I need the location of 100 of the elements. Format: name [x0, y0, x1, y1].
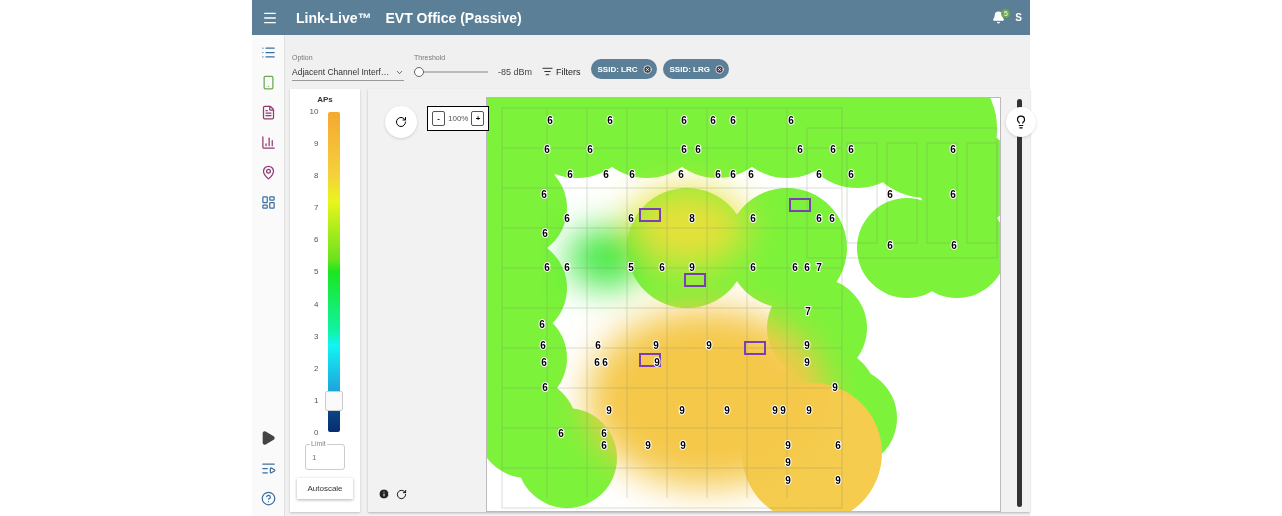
sidebar-item[interactable]: [260, 195, 276, 210]
ap-count-label: 6: [950, 144, 956, 155]
sidebar-item[interactable]: [260, 491, 276, 506]
ap-count-label: 9: [606, 405, 612, 416]
ap-count-label: 9: [706, 340, 712, 351]
ap-count-label: 9: [806, 405, 812, 416]
ap-count-label: 6: [603, 169, 609, 180]
option-dropdown[interactable]: Adjacent Channel Interf…: [292, 67, 404, 81]
ap-count-label: 8: [689, 213, 695, 224]
ap-count-label: 6: [587, 144, 593, 155]
user-name[interactable]: S: [1015, 12, 1022, 23]
scale-tick: 5: [314, 267, 319, 277]
ap-count-label: 9: [680, 440, 686, 451]
rotate-button[interactable]: [385, 106, 417, 138]
page-title: EVT Office (Passive): [385, 9, 522, 26]
ap-count-label: 6: [607, 115, 613, 126]
ap-count-label: 6: [544, 262, 550, 273]
autoscale-button[interactable]: Autoscale: [297, 478, 353, 499]
ap-count-label: 6: [628, 213, 634, 224]
filter-chip[interactable]: SSID: LRG: [662, 59, 729, 79]
ap-count-label: 6: [541, 357, 547, 368]
scale-tick: 9: [314, 139, 319, 149]
scale-tick: 3: [314, 331, 319, 341]
ap-count-label: 6: [695, 144, 701, 155]
sidebar-item[interactable]: [260, 461, 276, 476]
field-value: 1: [312, 452, 317, 462]
zoom-out-button[interactable]: -: [432, 111, 445, 126]
ap-count-label: 9: [804, 357, 810, 368]
threshold-slider[interactable]: [414, 67, 488, 77]
refresh-button[interactable]: [396, 489, 407, 500]
ap-count-label: 6: [816, 213, 822, 224]
info-button[interactable]: [378, 488, 390, 500]
scale-tick: 8: [314, 171, 319, 181]
sidebar-item[interactable]: [260, 430, 276, 446]
ap-count-label: 6: [540, 340, 546, 351]
ap-count-label: 6: [542, 382, 548, 393]
ap-count-label: 9: [653, 340, 659, 351]
sidebar-item[interactable]: [260, 165, 276, 180]
ap-count-label: 6: [750, 262, 756, 273]
ap-count-label: 7: [805, 306, 811, 317]
rotate-icon: [395, 116, 407, 128]
ap-count-label: 6: [848, 144, 854, 155]
ap-count-label: 6: [601, 440, 607, 451]
list-icon: [260, 45, 276, 60]
ap-count-label: 6: [848, 169, 854, 180]
ap-count-label: 6: [710, 115, 716, 126]
scale-tick: 4: [314, 299, 319, 309]
ap-count-label: 6: [750, 213, 756, 224]
ap-count-label: 9: [645, 440, 651, 451]
ap-count-label: 6: [730, 115, 736, 126]
ap-count-label: 6: [950, 189, 956, 200]
ap-count-label: 6: [829, 213, 835, 224]
ap-count-label: 9: [724, 405, 730, 416]
filter-icon: [542, 66, 553, 77]
sidebar-item[interactable]: [260, 135, 276, 150]
ap-count-label: 6: [544, 144, 550, 155]
brightness-thumb[interactable]: [1006, 107, 1036, 137]
ap-count-label: 6: [659, 262, 665, 273]
ap-count-label: 6: [542, 228, 548, 239]
zoom-in-button[interactable]: +: [471, 111, 485, 126]
ap-count-label: 6: [602, 357, 608, 368]
ap-count-label: 9: [780, 405, 786, 416]
ap-count-label: 6: [595, 340, 601, 351]
ap-count-label: 6: [558, 428, 564, 439]
ap-count-label: 9: [785, 475, 791, 486]
ap-count-label: 6: [681, 115, 687, 126]
ap-count-label: 6: [748, 169, 754, 180]
scale-tick: 0: [314, 427, 319, 437]
layout-icon: [260, 195, 276, 210]
notification-icon[interactable]: [992, 11, 1006, 24]
slider-thumb[interactable]: [414, 67, 424, 77]
ap-count-label: 6: [567, 169, 573, 180]
slider-handle[interactable]: [325, 391, 344, 411]
ap-count-label: 6: [835, 440, 841, 451]
threshold-reading: -85 dBm: [498, 67, 532, 77]
sidebar-item[interactable]: [260, 105, 276, 120]
ap-count-label: 6: [564, 262, 570, 273]
ap-count-label: 7: [816, 262, 822, 273]
filter-chip[interactable]: SSID: LRC: [590, 59, 657, 79]
ap-count-label: 5: [628, 262, 634, 273]
ap-count-label: 6: [887, 240, 893, 251]
close-icon[interactable]: [642, 64, 652, 74]
scale-tick: 6: [314, 235, 319, 245]
ap-count-label: 6: [887, 189, 893, 200]
play-icon: [260, 430, 276, 446]
ap-count-label: 9: [689, 262, 695, 273]
chart-search-icon: [260, 135, 276, 150]
filters-button[interactable]: Filters: [542, 66, 581, 81]
ap-count-label: 9: [835, 475, 841, 486]
location-pin-icon: [260, 165, 276, 180]
sidebar-item[interactable]: [260, 45, 276, 60]
scale-tick: 10: [309, 107, 319, 116]
ap-count-label: 6: [788, 115, 794, 126]
ap-count-label: 6: [951, 240, 957, 251]
close-icon[interactable]: [714, 64, 724, 74]
ap-count-label: 6: [539, 319, 545, 330]
ap-count-label: 9: [772, 405, 778, 416]
zoom-level: 100%: [448, 114, 469, 123]
playlist-icon: [260, 461, 276, 476]
ap-count-label: 6: [594, 357, 600, 368]
